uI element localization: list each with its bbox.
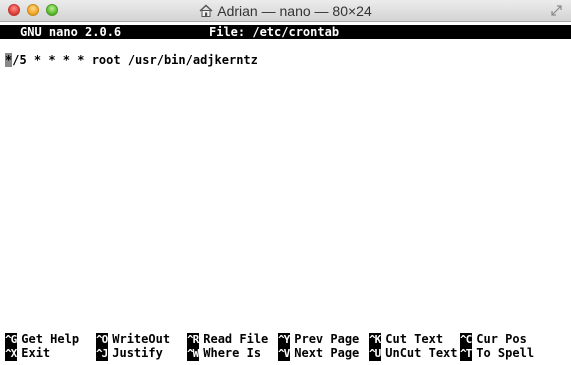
editor-line-1-text: /5 * * * * root /usr/bin/adjkerntz xyxy=(12,53,258,67)
shortcut-key: ^V xyxy=(278,347,290,361)
shortcut-label: Prev Page xyxy=(294,332,360,346)
shortcut-label: Exit xyxy=(21,346,51,360)
shortcut-where-is[interactable]: ^W Where Is xyxy=(187,346,261,361)
shortcut-key: ^W xyxy=(187,347,199,361)
shortcut-label: Cur Pos xyxy=(476,332,527,346)
shortcut-label: UnCut Text xyxy=(385,346,458,360)
shortcut-cur-pos[interactable]: ^C Cur Pos xyxy=(460,332,527,347)
shortcut-cut-text[interactable]: ^K Cut Text xyxy=(369,332,443,347)
shortcut-key: ^C xyxy=(460,333,472,347)
editor-line-1[interactable]: */5 * * * * root /usr/bin/adjkerntz xyxy=(5,53,258,67)
shortcut-key: ^K xyxy=(369,333,381,347)
shortcut-next-page[interactable]: ^V Next Page xyxy=(278,346,359,361)
shortcut-label: Get Help xyxy=(21,332,80,346)
shortcut-key: ^U xyxy=(369,347,381,361)
shortcut-writeout[interactable]: ^O WriteOut xyxy=(96,332,170,347)
shortcut-prev-page[interactable]: ^Y Prev Page xyxy=(278,332,359,347)
shortcut-label: Read File xyxy=(203,332,269,346)
house-icon xyxy=(199,4,213,17)
shortcut-to-spell[interactable]: ^T To Spell xyxy=(460,346,534,361)
resize-icon[interactable] xyxy=(550,4,563,17)
window-title-wrap: Adrian — nano — 80×24 xyxy=(0,0,571,22)
nano-filename: File: /etc/crontab xyxy=(209,25,340,39)
shortcut-label: Justify xyxy=(112,346,163,360)
nano-header-bar: GNU nano 2.0.6 File: /etc/crontab xyxy=(0,25,571,39)
shortcut-uncut-text[interactable]: ^U UnCut Text xyxy=(369,346,458,361)
shortcut-key: ^X xyxy=(5,347,17,361)
shortcut-get-help[interactable]: ^G Get Help xyxy=(5,332,79,347)
shortcut-label: Where Is xyxy=(203,346,262,360)
window-title: Adrian — nano — 80×24 xyxy=(217,3,372,19)
nano-version: GNU nano 2.0.6 xyxy=(20,25,122,39)
shortcut-key: ^T xyxy=(460,347,472,361)
shortcut-key: ^O xyxy=(96,333,108,347)
terminal-window: Adrian — nano — 80×24 GNU nano 2.0.6 Fil… xyxy=(0,0,571,365)
shortcut-label: Next Page xyxy=(294,346,360,360)
shortcut-label: To Spell xyxy=(476,346,535,360)
shortcut-key: ^G xyxy=(5,333,17,347)
shortcut-justify[interactable]: ^J Justify xyxy=(96,346,163,361)
shortcut-key: ^R xyxy=(187,333,199,347)
shortcut-read-file[interactable]: ^R Read File xyxy=(187,332,268,347)
shortcut-key: ^J xyxy=(96,347,108,361)
shortcut-label: Cut Text xyxy=(385,332,444,346)
title-bar[interactable]: Adrian — nano — 80×24 xyxy=(0,0,571,22)
shortcut-key: ^Y xyxy=(278,333,290,347)
shortcut-label: WriteOut xyxy=(112,332,171,346)
terminal-content[interactable]: GNU nano 2.0.6 File: /etc/crontab */5 * … xyxy=(0,22,571,365)
shortcut-exit[interactable]: ^X Exit xyxy=(5,346,50,361)
